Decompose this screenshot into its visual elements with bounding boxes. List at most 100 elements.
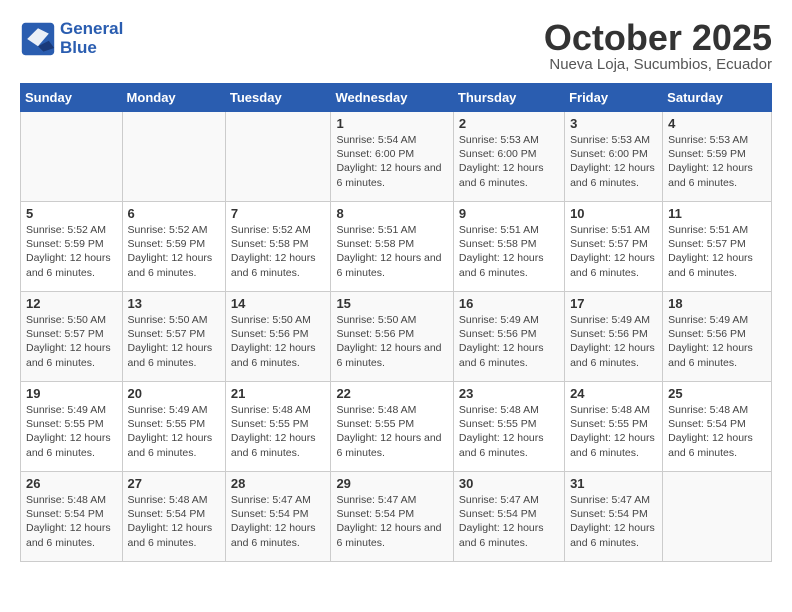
calendar-cell: 11 Sunrise: 5:51 AM Sunset: 5:57 PM Dayli… xyxy=(663,202,772,292)
day-number: 2 xyxy=(459,116,559,131)
day-info: Sunrise: 5:47 AM Sunset: 5:54 PM Dayligh… xyxy=(459,493,559,550)
day-number: 26 xyxy=(26,476,117,491)
day-info: Sunrise: 5:48 AM Sunset: 5:54 PM Dayligh… xyxy=(128,493,220,550)
day-number: 19 xyxy=(26,386,117,401)
page-header: General Blue October 2025 Nueva Loja, Su… xyxy=(20,20,772,73)
day-info: Sunrise: 5:49 AM Sunset: 5:56 PM Dayligh… xyxy=(570,313,657,370)
day-info: Sunrise: 5:49 AM Sunset: 5:55 PM Dayligh… xyxy=(128,403,220,460)
day-number: 13 xyxy=(128,296,220,311)
calendar-cell xyxy=(663,472,772,562)
calendar-week-row: 19 Sunrise: 5:49 AM Sunset: 5:55 PM Dayli… xyxy=(21,382,772,472)
logo-icon xyxy=(20,21,56,57)
calendar-cell: 14 Sunrise: 5:50 AM Sunset: 5:56 PM Dayli… xyxy=(225,292,331,382)
calendar-cell: 25Sunrise: 5:48 AM Sunset: 5:54 PM Dayli… xyxy=(663,382,772,472)
weekday-header: Sunday xyxy=(21,84,123,112)
day-number: 27 xyxy=(128,476,220,491)
calendar-cell: 17 Sunrise: 5:49 AM Sunset: 5:56 PM Dayli… xyxy=(565,292,663,382)
calendar-cell xyxy=(122,112,225,202)
calendar-cell: 7 Sunrise: 5:52 AM Sunset: 5:58 PM Daylig… xyxy=(225,202,331,292)
day-number: 3 xyxy=(570,116,657,131)
day-number: 9 xyxy=(459,206,559,221)
day-info: Sunrise: 5:49 AM Sunset: 5:56 PM Dayligh… xyxy=(668,313,766,370)
day-number: 31 xyxy=(570,476,657,491)
calendar-cell: 22 Sunrise: 5:48 AM Sunset: 5:55 PM Dayli… xyxy=(331,382,453,472)
day-number: 22 xyxy=(336,386,447,401)
day-number: 28 xyxy=(231,476,326,491)
day-info: Sunrise: 5:51 AM Sunset: 5:57 PM Dayligh… xyxy=(570,223,657,280)
weekday-header: Tuesday xyxy=(225,84,331,112)
calendar-cell: 28 Sunrise: 5:47 AM Sunset: 5:54 PM Dayli… xyxy=(225,472,331,562)
calendar-header-row: SundayMondayTuesdayWednesdayThursdayFrid… xyxy=(21,84,772,112)
day-number: 5 xyxy=(26,206,117,221)
day-info: Sunrise: 5:50 AM Sunset: 5:56 PM Dayligh… xyxy=(336,313,447,370)
day-number: 25 xyxy=(668,386,766,401)
day-info: Sunrise: 5:50 AM Sunset: 5:57 PM Dayligh… xyxy=(26,313,117,370)
calendar-cell: 12 Sunrise: 5:50 AM Sunset: 5:57 PM Dayli… xyxy=(21,292,123,382)
day-info: Sunrise: 5:54 AM Sunset: 6:00 PM Dayligh… xyxy=(336,133,447,190)
day-number: 21 xyxy=(231,386,326,401)
calendar-week-row: 26 Sunrise: 5:48 AM Sunset: 5:54 PM Dayli… xyxy=(21,472,772,562)
day-info: Sunrise: 5:47 AM Sunset: 5:54 PM Dayligh… xyxy=(336,493,447,550)
calendar-table: SundayMondayTuesdayWednesdayThursdayFrid… xyxy=(20,83,772,562)
calendar-cell: 19 Sunrise: 5:49 AM Sunset: 5:55 PM Dayli… xyxy=(21,382,123,472)
calendar-subtitle: Nueva Loja, Sucumbios, Ecuador xyxy=(544,56,772,73)
day-number: 6 xyxy=(128,206,220,221)
day-info: Sunrise: 5:52 AM Sunset: 5:59 PM Dayligh… xyxy=(128,223,220,280)
day-info: Sunrise: 5:48 AM Sunset: 5:55 PM Dayligh… xyxy=(336,403,447,460)
day-number: 29 xyxy=(336,476,447,491)
day-info: Sunrise: 5:51 AM Sunset: 5:58 PM Dayligh… xyxy=(459,223,559,280)
day-info: Sunrise: 5:50 AM Sunset: 5:56 PM Dayligh… xyxy=(231,313,326,370)
calendar-cell: 13 Sunrise: 5:50 AM Sunset: 5:57 PM Dayli… xyxy=(122,292,225,382)
calendar-cell: 23 Sunrise: 5:48 AM Sunset: 5:55 PM Dayli… xyxy=(453,382,564,472)
calendar-title: October 2025 xyxy=(544,20,772,56)
day-info: Sunrise: 5:48 AM Sunset: 5:55 PM Dayligh… xyxy=(231,403,326,460)
calendar-cell: 5Sunrise: 5:52 AM Sunset: 5:59 PM Daylig… xyxy=(21,202,123,292)
day-info: Sunrise: 5:48 AM Sunset: 5:55 PM Dayligh… xyxy=(459,403,559,460)
calendar-cell: 4 Sunrise: 5:53 AM Sunset: 5:59 PM Daylig… xyxy=(663,112,772,202)
weekday-header: Monday xyxy=(122,84,225,112)
day-info: Sunrise: 5:51 AM Sunset: 5:57 PM Dayligh… xyxy=(668,223,766,280)
calendar-cell: 29 Sunrise: 5:47 AM Sunset: 5:54 PM Dayli… xyxy=(331,472,453,562)
day-info: Sunrise: 5:53 AM Sunset: 6:00 PM Dayligh… xyxy=(459,133,559,190)
day-number: 11 xyxy=(668,206,766,221)
weekday-header: Wednesday xyxy=(331,84,453,112)
day-number: 8 xyxy=(336,206,447,221)
day-number: 17 xyxy=(570,296,657,311)
calendar-cell: 21 Sunrise: 5:48 AM Sunset: 5:55 PM Dayli… xyxy=(225,382,331,472)
logo: General Blue xyxy=(20,20,123,57)
calendar-cell: 2 Sunrise: 5:53 AM Sunset: 6:00 PM Daylig… xyxy=(453,112,564,202)
calendar-cell: 16Sunrise: 5:49 AM Sunset: 5:56 PM Dayli… xyxy=(453,292,564,382)
calendar-cell: 27 Sunrise: 5:48 AM Sunset: 5:54 PM Dayli… xyxy=(122,472,225,562)
calendar-cell: 20Sunrise: 5:49 AM Sunset: 5:55 PM Dayli… xyxy=(122,382,225,472)
calendar-cell: 18 Sunrise: 5:49 AM Sunset: 5:56 PM Dayli… xyxy=(663,292,772,382)
calendar-cell xyxy=(225,112,331,202)
calendar-cell: 30 Sunrise: 5:47 AM Sunset: 5:54 PM Dayli… xyxy=(453,472,564,562)
day-number: 1 xyxy=(336,116,447,131)
day-info: Sunrise: 5:47 AM Sunset: 5:54 PM Dayligh… xyxy=(231,493,326,550)
title-block: October 2025 Nueva Loja, Sucumbios, Ecua… xyxy=(544,20,772,73)
day-info: Sunrise: 5:53 AM Sunset: 5:59 PM Dayligh… xyxy=(668,133,766,190)
day-info: Sunrise: 5:48 AM Sunset: 5:54 PM Dayligh… xyxy=(26,493,117,550)
calendar-cell: 3 Sunrise: 5:53 AM Sunset: 6:00 PM Daylig… xyxy=(565,112,663,202)
logo-text: General Blue xyxy=(60,20,123,57)
day-number: 7 xyxy=(231,206,326,221)
day-number: 18 xyxy=(668,296,766,311)
day-number: 30 xyxy=(459,476,559,491)
day-number: 24 xyxy=(570,386,657,401)
day-number: 14 xyxy=(231,296,326,311)
day-number: 12 xyxy=(26,296,117,311)
day-info: Sunrise: 5:50 AM Sunset: 5:57 PM Dayligh… xyxy=(128,313,220,370)
calendar-cell: 8 Sunrise: 5:51 AM Sunset: 5:58 PM Daylig… xyxy=(331,202,453,292)
day-info: Sunrise: 5:52 AM Sunset: 5:58 PM Dayligh… xyxy=(231,223,326,280)
day-info: Sunrise: 5:47 AM Sunset: 5:54 PM Dayligh… xyxy=(570,493,657,550)
weekday-header: Thursday xyxy=(453,84,564,112)
day-info: Sunrise: 5:53 AM Sunset: 6:00 PM Dayligh… xyxy=(570,133,657,190)
day-number: 4 xyxy=(668,116,766,131)
day-number: 10 xyxy=(570,206,657,221)
day-info: Sunrise: 5:49 AM Sunset: 5:55 PM Dayligh… xyxy=(26,403,117,460)
calendar-cell: 15Sunrise: 5:50 AM Sunset: 5:56 PM Dayli… xyxy=(331,292,453,382)
day-number: 23 xyxy=(459,386,559,401)
day-info: Sunrise: 5:51 AM Sunset: 5:58 PM Dayligh… xyxy=(336,223,447,280)
weekday-header: Friday xyxy=(565,84,663,112)
day-number: 16 xyxy=(459,296,559,311)
